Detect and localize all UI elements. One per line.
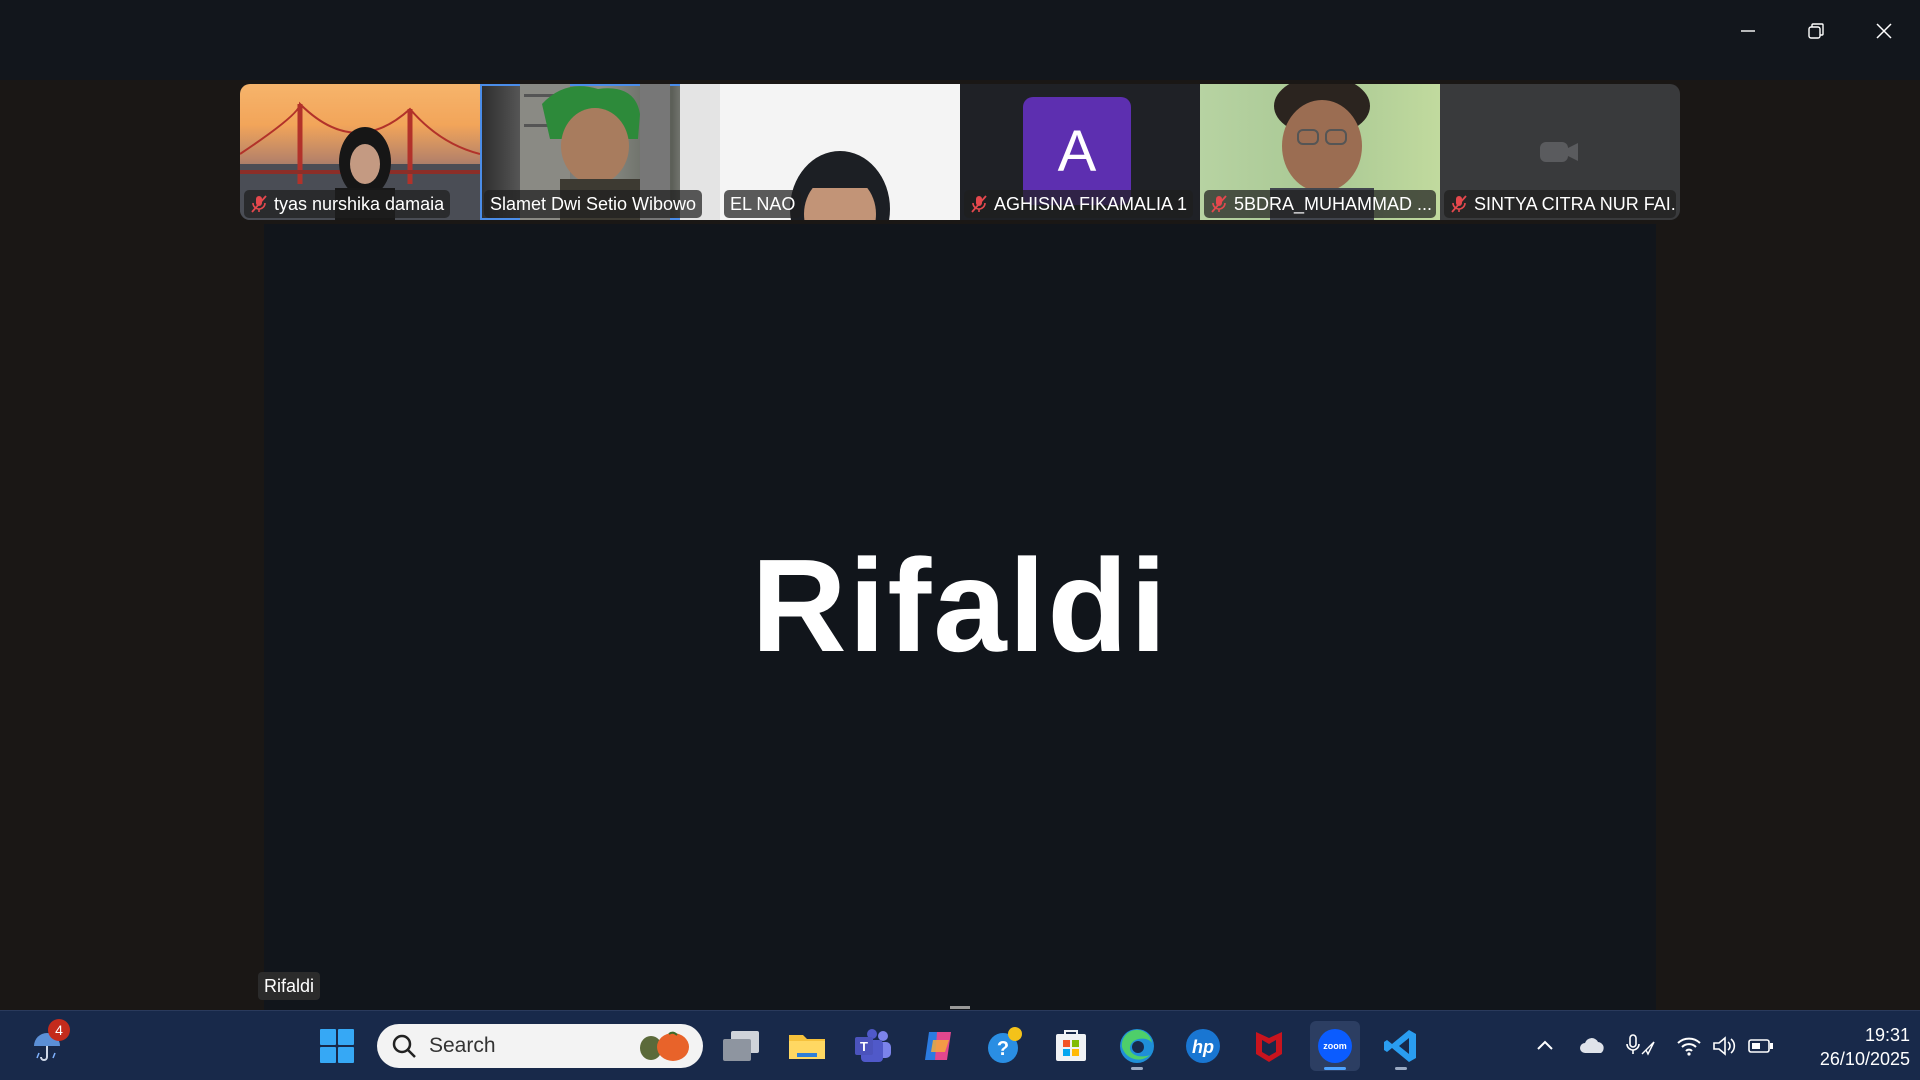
close-button[interactable]: [1850, 0, 1918, 62]
svg-text:zoom: zoom: [1323, 1041, 1347, 1051]
copilot-button[interactable]: [914, 1021, 964, 1071]
clock-date: 26/10/2025: [1819, 1049, 1910, 1069]
microsoft-store-icon: [1056, 1030, 1086, 1061]
wifi-icon: [1677, 1037, 1701, 1056]
weather-widget[interactable]: 4: [22, 1019, 72, 1071]
file-explorer-icon: [789, 1035, 825, 1059]
participant-tile[interactable]: EL NAO: [720, 84, 960, 220]
onedrive-tray[interactable]: [1578, 1031, 1608, 1061]
title-bar: [0, 0, 1920, 80]
start-button[interactable]: [312, 1021, 362, 1071]
start-icon: [320, 1029, 354, 1063]
participant-name: SINTYA CITRA NUR FAI...: [1474, 193, 1676, 214]
get-help-icon: ?: [988, 1027, 1022, 1063]
search-icon: [392, 1034, 416, 1058]
minimize-icon: [1741, 30, 1755, 32]
hp-button[interactable]: hp: [1178, 1021, 1228, 1071]
participant-name-label: SINTYA CITRA NUR FAI...: [1444, 190, 1676, 218]
windows-taskbar: 4 Search T ? hp zoom 19:31 26/10/2025: [0, 1010, 1920, 1080]
close-icon: [1876, 23, 1892, 39]
active-speaker-name: Rifaldi: [751, 531, 1169, 679]
vscode-button[interactable]: [1376, 1021, 1426, 1071]
edge-icon: [1120, 1029, 1154, 1063]
battery-icon: [1748, 1039, 1773, 1053]
participant-name-label: AGHISNA FIKAMALIA 1: [964, 190, 1194, 218]
volume-tray[interactable]: [1710, 1031, 1740, 1061]
show-hidden-icons-button[interactable]: [1530, 1031, 1560, 1061]
avatar: A: [1023, 97, 1131, 205]
camera-off-icon: [1540, 142, 1578, 162]
running-indicator: [1131, 1067, 1143, 1070]
task-view-button[interactable]: [716, 1021, 766, 1071]
participant-name: 5BDRA_MUHAMMAD ...: [1234, 193, 1433, 214]
search-box[interactable]: Search: [377, 1024, 703, 1068]
mic-off-icon: [971, 195, 987, 213]
participant-name: AGHISNA FIKAMALIA 1: [994, 193, 1188, 214]
svg-text:?: ?: [997, 1038, 1009, 1060]
zoom-button[interactable]: zoom: [1310, 1021, 1360, 1071]
search-highlight-icon: [640, 1031, 689, 1061]
restore-icon: [1808, 23, 1824, 39]
participant-tile[interactable]: A AGHISNA FIKAMALIA 1: [960, 84, 1200, 220]
notification-badge: 4: [48, 1019, 70, 1041]
active-speaker-view[interactable]: Rifaldi Rifaldi: [258, 224, 1656, 1010]
svg-text:T: T: [860, 1039, 868, 1054]
participant-name-label: EL NAO: [724, 190, 802, 218]
resize-handle[interactable]: [950, 1006, 970, 1009]
microphone-tray[interactable]: [1626, 1031, 1656, 1061]
battery-tray[interactable]: [1746, 1031, 1776, 1061]
mic-off-icon: [251, 195, 267, 213]
system-clock[interactable]: 19:31 26/10/2025: [1790, 1023, 1910, 1071]
teams-button[interactable]: T: [848, 1021, 898, 1071]
participant-tile[interactable]: 5BDRA_MUHAMMAD ...: [1200, 84, 1440, 220]
running-indicator: [1395, 1067, 1407, 1070]
participant-name-label: Slamet Dwi Setio Wibowo: [484, 190, 703, 218]
search-placeholder: Search: [429, 1034, 496, 1057]
participant-name: Slamet Dwi Setio Wibowo: [490, 193, 697, 214]
zoom-meeting-window: tyas nurshika damaia Slamet Dwi Setio Wi…: [0, 0, 1920, 1080]
participant-tile[interactable]: tyas nurshika damaia: [240, 84, 480, 220]
teams-icon: T: [855, 1029, 891, 1062]
volume-icon: [1713, 1036, 1736, 1056]
participant-tile[interactable]: Slamet Dwi Setio Wibowo: [480, 84, 720, 220]
copilot-icon: [925, 1032, 951, 1060]
mic-off-icon: [1451, 195, 1467, 213]
edge-button[interactable]: [1112, 1021, 1162, 1071]
zoom-icon: zoom: [1318, 1029, 1352, 1063]
restore-button[interactable]: [1782, 0, 1850, 62]
participant-name-label: tyas nurshika damaia: [244, 190, 451, 218]
active-speaker-tag: Rifaldi: [258, 972, 321, 1000]
hp-icon: hp: [1186, 1029, 1220, 1063]
mic-off-icon: [1211, 195, 1227, 213]
file-explorer-button[interactable]: [782, 1021, 832, 1071]
microphone-icon: [1626, 1034, 1655, 1056]
get-help-button[interactable]: ?: [980, 1021, 1030, 1071]
task-view-icon: [723, 1031, 759, 1061]
vscode-icon: [1384, 1030, 1416, 1062]
minimize-button[interactable]: [1714, 0, 1782, 62]
participant-name: EL NAO: [730, 193, 796, 214]
participant-gallery-strip: tyas nurshika damaia Slamet Dwi Setio Wi…: [240, 84, 1680, 220]
clock-time: 19:31: [1864, 1025, 1910, 1045]
participant-tile[interactable]: SINTYA CITRA NUR FAI...: [1440, 84, 1680, 220]
wifi-tray[interactable]: [1674, 1031, 1704, 1061]
onedrive-icon: [1580, 1038, 1604, 1053]
participant-name-label: 5BDRA_MUHAMMAD ...: [1204, 190, 1436, 218]
chevron-up-icon: [1537, 1040, 1553, 1050]
mcafee-icon: [1256, 1032, 1282, 1062]
participant-name: tyas nurshika damaia: [274, 193, 445, 214]
running-indicator: [1324, 1067, 1346, 1070]
microsoft-store-button[interactable]: [1046, 1021, 1096, 1071]
mcafee-button[interactable]: [1244, 1021, 1294, 1071]
meeting-area: tyas nurshika damaia Slamet Dwi Setio Wi…: [0, 80, 1920, 1010]
svg-text:hp: hp: [1192, 1037, 1214, 1057]
